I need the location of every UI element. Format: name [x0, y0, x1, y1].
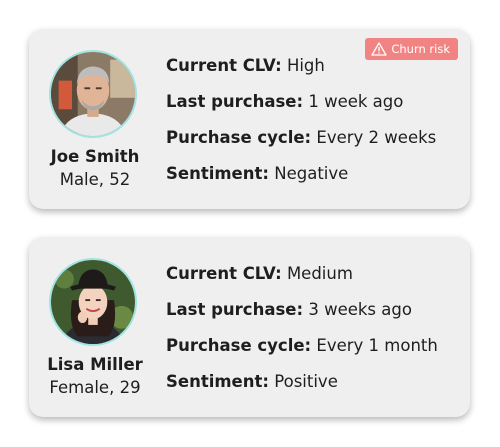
stat-purchase-cycle: Purchase cycle: Every 2 weeks — [166, 126, 436, 162]
customer-demographics: Female, 29 — [49, 378, 141, 397]
stat-purchase-cycle: Purchase cycle: Every 1 month — [166, 334, 438, 370]
avatar — [49, 50, 137, 138]
stat-last-purchase: Last purchase: 3 weeks ago — [166, 298, 438, 334]
stat-value: Negative — [274, 164, 349, 183]
customer-card: Joe Smith Male, 52 Churn risk Current CL… — [29, 29, 470, 209]
stat-label: Purchase cycle: — [166, 128, 312, 147]
stat-label: Current CLV: — [166, 56, 282, 75]
stat-value: Medium — [286, 264, 353, 283]
customer-card: Lisa Miller Female, 29 Current CLV: Medi… — [29, 237, 470, 417]
stat-value: 1 week ago — [308, 92, 404, 111]
stat-value: Positive — [274, 372, 338, 391]
stat-value: High — [286, 56, 325, 75]
stat-value: Every 2 weeks — [316, 128, 437, 147]
stat-value: 3 weeks ago — [308, 300, 412, 319]
stat-current-clv: Current CLV: High — [166, 54, 436, 90]
stat-label: Current CLV: — [166, 264, 282, 283]
customer-demographics: Male, 52 — [59, 170, 131, 189]
stat-value: Every 1 month — [316, 336, 438, 355]
stat-label: Purchase cycle: — [166, 336, 312, 355]
stat-label: Last purchase: — [166, 92, 304, 111]
stat-current-clv: Current CLV: Medium — [166, 262, 438, 298]
customer-stats: Current CLV: High Last purchase: 1 week … — [166, 54, 436, 198]
customer-stats: Current CLV: Medium Last purchase: 3 wee… — [166, 262, 438, 406]
stat-sentiment: Sentiment: Positive — [166, 370, 438, 406]
stat-last-purchase: Last purchase: 1 week ago — [166, 90, 436, 126]
avatar — [49, 258, 137, 346]
customer-name: Joe Smith — [50, 147, 140, 166]
stat-label: Sentiment: — [166, 372, 269, 391]
woman-portrait-icon — [51, 260, 135, 344]
stat-label: Last purchase: — [166, 300, 304, 319]
man-portrait-icon — [51, 52, 135, 136]
stat-sentiment: Sentiment: Negative — [166, 162, 436, 198]
customer-name: Lisa Miller — [47, 355, 143, 374]
stat-label: Sentiment: — [166, 164, 269, 183]
